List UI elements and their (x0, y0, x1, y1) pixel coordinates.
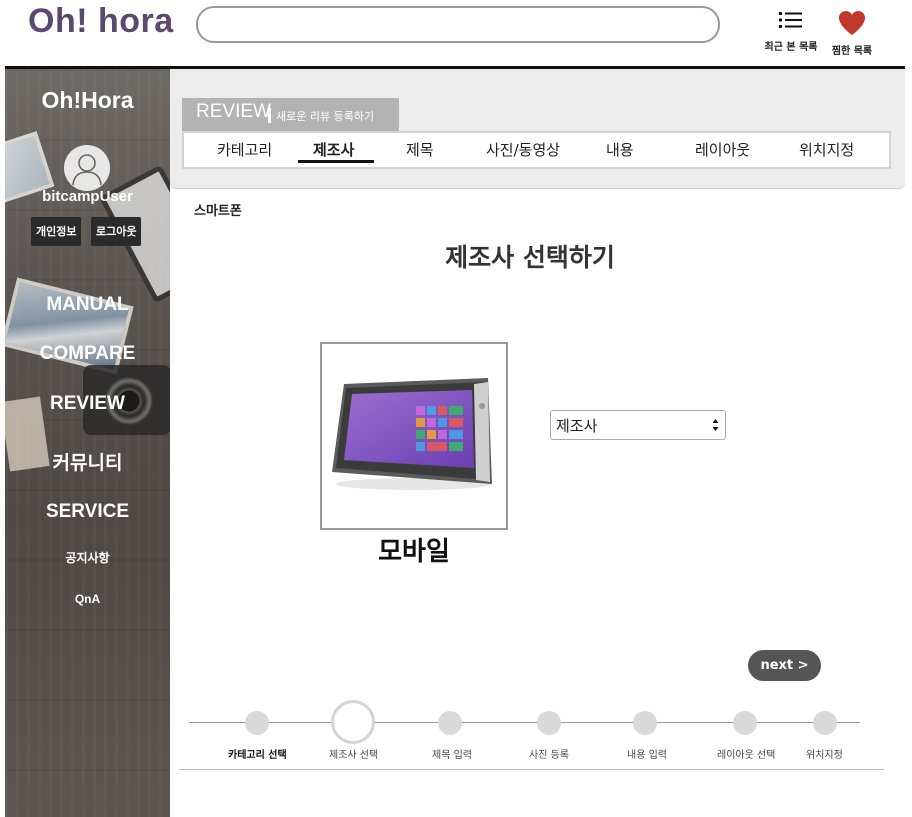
recent-list-label: 최근 본 목록 (764, 42, 818, 53)
search-input[interactable] (196, 6, 720, 43)
progress-step-dot (537, 711, 561, 735)
bottom-divider (179, 769, 884, 770)
review-title: REVIEW (196, 101, 271, 122)
profile-button[interactable]: 개인정보 (31, 217, 82, 246)
tab-content[interactable]: 내용 (606, 139, 634, 160)
sidebar-title[interactable]: Oh!Hora (5, 87, 170, 114)
progress-step-dot (633, 711, 657, 735)
step-label-category: 카테고리 선택 (228, 750, 287, 761)
title-separator (268, 108, 271, 123)
logout-button[interactable]: 로그아웃 (91, 217, 142, 246)
step-label-layout: 레이아웃 선택 (717, 750, 776, 761)
product-card[interactable] (320, 342, 508, 530)
tablet-image (332, 378, 492, 490)
tab-location[interactable]: 위치지정 (799, 139, 854, 160)
review-header-panel: REVIEW 새로운 리뷰 등록하기 카테고리 제조사 제목 사진/동영상 내용… (170, 69, 905, 189)
progress-step-dot (438, 711, 462, 735)
step-tabs: 카테고리 제조사 제목 사진/동영상 내용 레이아웃 위치지정 (182, 131, 891, 169)
review-subtitle: 새로운 리뷰 등록하기 (276, 110, 375, 123)
category-breadcrumb: 스마트폰 (194, 204, 242, 219)
nav-qna[interactable]: QnA (5, 592, 170, 606)
step-label-content: 내용 입력 (627, 750, 667, 761)
manufacturer-select-value: 제조사 (556, 417, 598, 435)
progress-step-dot (733, 711, 757, 735)
progress-step-dot (813, 711, 837, 735)
nav-manual[interactable]: MANUAL (5, 294, 170, 316)
sidebar: Oh!Hora bitcampUser 개인정보 로그아웃 MANUAL COM… (5, 69, 170, 817)
active-tab-underline (298, 160, 374, 163)
nav-compare[interactable]: COMPARE (5, 343, 170, 365)
step-label-manufacturer: 제조사 선택 (329, 750, 379, 761)
manufacturer-select[interactable]: 제조사 (550, 410, 726, 440)
heart-icon (839, 11, 865, 35)
tab-category[interactable]: 카테고리 (217, 139, 272, 160)
select-arrows-icon (712, 419, 719, 431)
tab-layout[interactable]: 레이아웃 (695, 139, 750, 160)
avatar (64, 145, 110, 191)
nav-notice[interactable]: 공지사항 (5, 549, 170, 566)
next-button[interactable]: next > (748, 650, 821, 681)
tab-media[interactable]: 사진/동영상 (486, 139, 560, 160)
tab-manufacturer[interactable]: 제조사 (313, 139, 354, 160)
list-icon (779, 12, 802, 28)
user-icon (72, 154, 102, 186)
progress-step-dot (245, 711, 269, 735)
site-logo[interactable]: Oh! hora (28, 2, 174, 41)
recent-list-button[interactable]: 최근 본 목록 (760, 10, 822, 53)
username: bitcampUser (42, 188, 133, 205)
progress-line (189, 722, 860, 723)
product-label: 모바일 (378, 537, 450, 567)
top-header: Oh! hora 최근 본 목록 찜한 목록 (0, 0, 912, 66)
tab-title[interactable]: 제목 (406, 139, 434, 160)
nav-service[interactable]: SERVICE (5, 501, 170, 523)
wish-list-label: 찜한 목록 (831, 46, 873, 57)
nav-review[interactable]: REVIEW (5, 393, 170, 415)
review-title-tab: REVIEW 새로운 리뷰 등록하기 (182, 98, 399, 131)
step-label-title: 제목 입력 (432, 750, 472, 761)
step-label-photo: 사진 등록 (529, 750, 569, 761)
step-label-location: 위치지정 (806, 750, 843, 761)
wish-list-button[interactable]: 찜한 목록 (821, 10, 883, 57)
progress-step-current (331, 700, 375, 744)
nav-community[interactable]: 커뮤니티 (5, 448, 170, 475)
page-title: 제조사 선택하기 (445, 243, 615, 272)
